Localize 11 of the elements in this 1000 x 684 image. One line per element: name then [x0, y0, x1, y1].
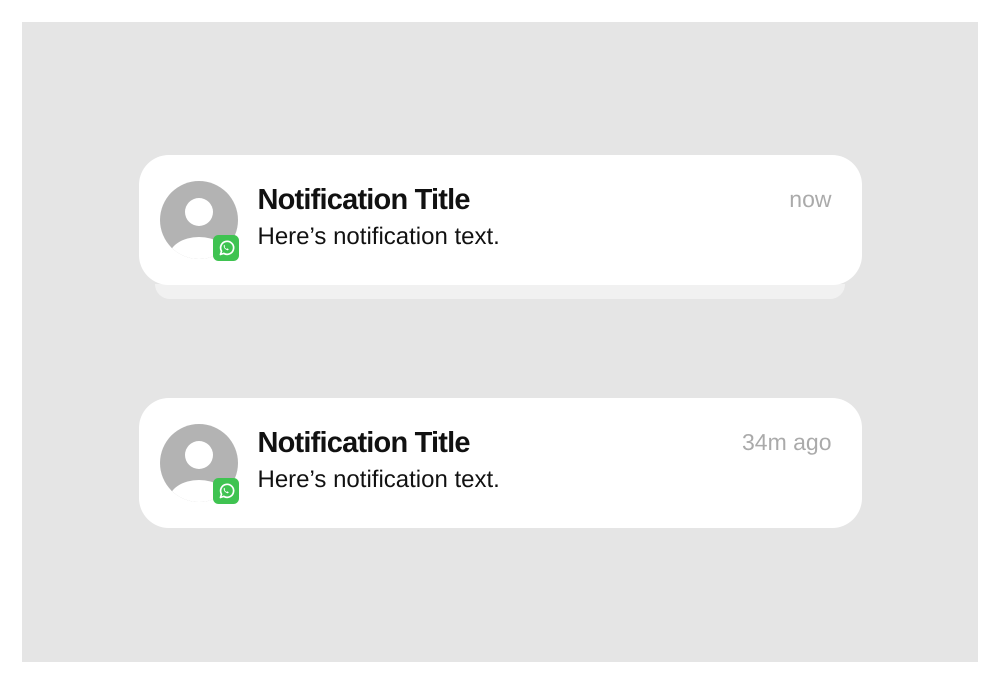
timestamp: 34m ago [742, 428, 832, 456]
notification-card[interactable]: Notification Title Here’s notification text. 34m ago [138, 398, 862, 528]
notification-text: Here’s notification text. [258, 223, 501, 251]
chat-app-icon [212, 235, 238, 261]
notification-title: Notification Title [258, 427, 471, 460]
stacked-notification[interactable] [155, 284, 845, 299]
timestamp: now [789, 185, 832, 213]
notification-card[interactable]: Notification Title Here’s notification text. now [138, 155, 862, 285]
notification-title: Notification Title [258, 184, 471, 217]
chat-app-icon [212, 478, 238, 504]
notification-text: Here’s notification text. [258, 466, 501, 494]
